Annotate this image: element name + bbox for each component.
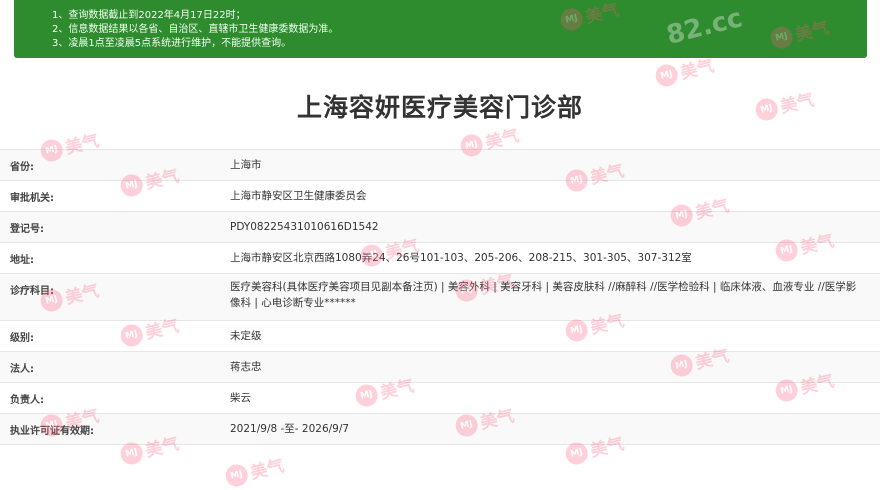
table-row: 地址: 上海市静安区北京西路1080弄24、26号101-103、205-206… [0,243,880,274]
row-value-registration: PDY08225431010616D1542 [230,221,379,233]
row-value-address: 上海市静安区北京西路1080弄24、26号101-103、205-206、208… [230,252,692,264]
table-row: 法人: 蒋志忠 [0,352,880,383]
brand-logo-icon: MJ [653,61,680,89]
brand-logo-icon: MJ [223,461,250,489]
row-value-principal: 柴云 [230,392,251,404]
table-row: 诊疗科目: 医疗美容科(具体医疗美容项目见副本备注页) | 美容外科 | 美容牙… [0,274,880,321]
row-label-address: 地址: [10,255,34,266]
brand-watermark-text: 美气 [248,456,287,484]
notice-line-3: 3、凌晨1点至凌晨5点系统进行维护，不能提供查询。 [52,38,292,49]
table-row: 登记号: PDY08225431010616D1542 [0,212,880,243]
row-value-departments: 医疗美容科(具体医疗美容项目见副本备注页) | 美容外科 | 美容牙科 | 美容… [230,281,857,309]
row-value-province: 上海市 [230,159,262,171]
row-label-registration: 登记号: [10,224,44,235]
row-label-authority: 审批机关: [10,193,54,204]
row-value-authority: 上海市静安区卫生健康委员会 [230,190,367,202]
table-row: 执业许可证有效期: 2021/9/8 -至- 2026/9/7 [0,414,880,445]
page-title: 上海容妍医疗美容门诊部 [296,93,583,122]
row-value-legal-person: 蒋志忠 [230,361,262,373]
notice-line-1: 1、查询数据截止到2022年4月17日22时； [52,10,246,21]
row-label-legal-person: 法人: [10,364,34,375]
table-row: 省份: 上海市 [0,150,880,181]
table-row: 负责人: 柴云 [0,383,880,414]
table-row: 级别: 未定级 [0,321,880,352]
row-label-principal: 负责人: [10,395,44,406]
brand-watermark: MJ 美气 [223,451,286,490]
row-value-license-validity: 2021/9/8 -至- 2026/9/7 [230,423,350,435]
table-row: 审批机关: 上海市静安区卫生健康委员会 [0,181,880,212]
row-value-level: 未定级 [230,330,262,342]
row-label-departments: 诊疗科目: [10,286,54,297]
row-label-level: 级别: [10,333,34,344]
row-label-province: 省份: [10,162,34,173]
info-table: 省份: 上海市 审批机关: 上海市静安区卫生健康委员会 登记号: PDY0822… [0,149,880,445]
row-label-license-validity: 执业许可证有效期: [10,426,94,437]
